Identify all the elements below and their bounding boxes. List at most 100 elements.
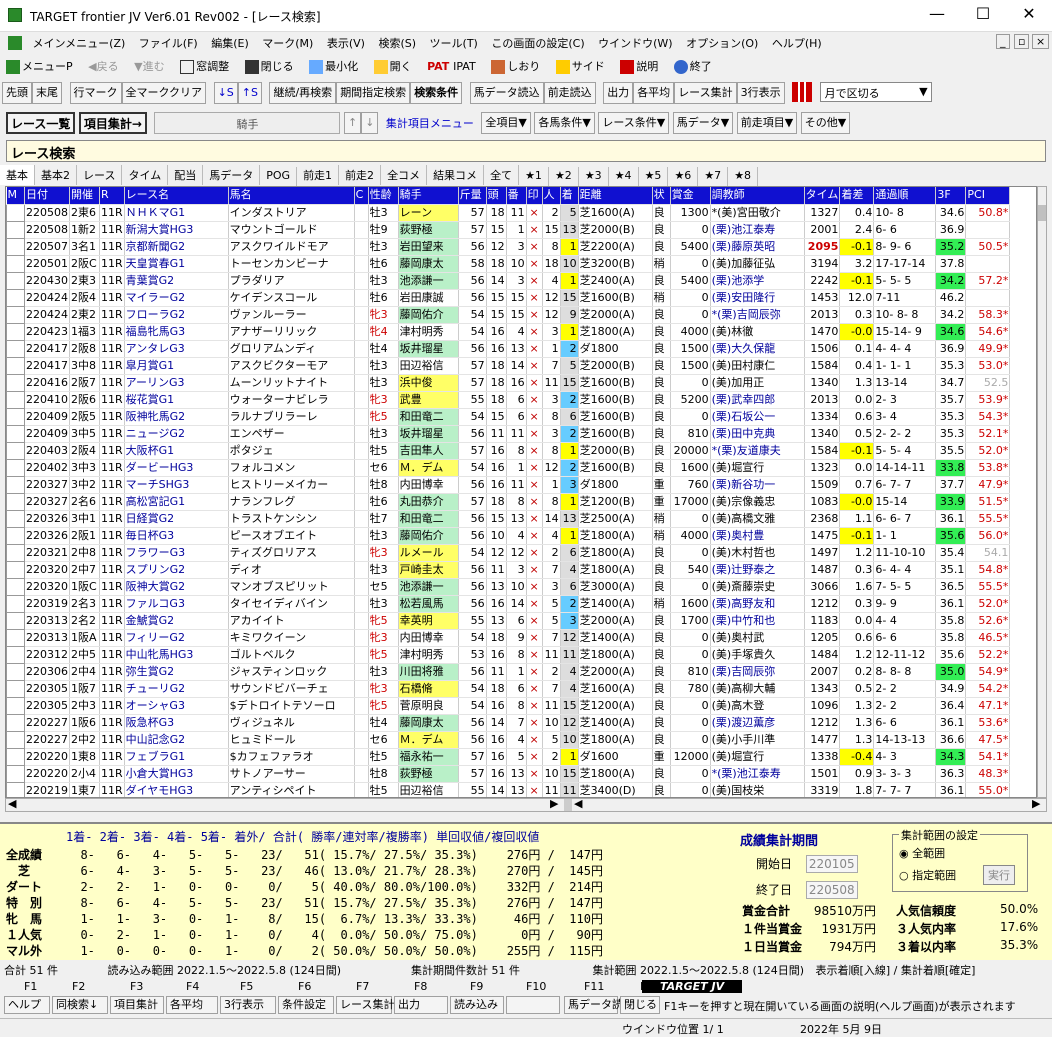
table-row[interactable]: 220321 2中8 11R フラワーG3 ティズグロリアス 牝3 ルメール 54 12 12 × 2…	[6, 543, 1011, 562]
table-row[interactable]: 220402 3中3 11R ダービーHG3 フォルコメン セ6 Ｍ．デム 54 16 1 × 12 2…	[6, 458, 1011, 477]
mdi-restore-button[interactable]: ▫	[1014, 34, 1030, 49]
race-list-button[interactable]: レース一覧	[6, 112, 76, 134]
end-date-field[interactable]: 220508	[805, 881, 858, 899]
sort-up-icon[interactable]: ↑	[343, 112, 362, 134]
range-all-option[interactable]: ◉ 全範囲	[899, 845, 1021, 861]
tab-1[interactable]: 基本2	[35, 165, 77, 185]
tab-5[interactable]: 馬データ	[203, 165, 261, 185]
aggregate-menu-label[interactable]: 集計項目メニュー	[382, 112, 478, 134]
period-search-button[interactable]: 期間指定検索	[336, 82, 411, 104]
forward-button[interactable]: ▼進む	[128, 55, 170, 77]
menu-screen-settings[interactable]: この画面の設定(C)	[486, 32, 589, 54]
scroll-right2-icon[interactable]: ▶	[1032, 797, 1040, 810]
fkey-button-10[interactable]	[506, 996, 560, 1014]
table-row[interactable]: 220305 2中3 11R オーシャG3 $デトロイトテソーロ 牝5 菅原明良 54 16 8 ×…	[6, 696, 1011, 715]
mdi-close-button[interactable]: ×	[1032, 34, 1050, 49]
tab-6[interactable]: POG	[260, 167, 298, 187]
averages-button[interactable]: 各平均	[633, 82, 675, 104]
last-button[interactable]: 末尾	[32, 82, 62, 104]
vertical-scrollbar[interactable]	[1037, 186, 1047, 798]
menu-edit[interactable]: 編集(E)	[206, 32, 254, 54]
menu-options[interactable]: オプション(O)	[681, 32, 763, 54]
execute-button[interactable]: 実行	[983, 865, 1015, 885]
sort-down-icon[interactable]: ↓	[361, 112, 379, 134]
table-row[interactable]: 220327 3中2 11R マーチSHG3 ヒストリーメイカー 牡8 内田博幸 56 16 11…	[6, 475, 1011, 494]
table-row[interactable]: 220320 1阪C 11R 阪神大賞G2 マンオブスピリット セ5 池添謙一 56 13 10 ×…	[6, 577, 1011, 596]
bookmark-button[interactable]: しおり	[485, 55, 546, 77]
table-row[interactable]: 220320 2中7 11R スプリンG2 ディオ 牡3 戸崎圭太 56 11 3 × 7 4 芝1800…	[6, 560, 1011, 579]
table-row[interactable]: 220424 2東2 11R フローラG2 ヴァンルーラー 牝3 藤岡佑介 54 15 15 × 12…	[6, 305, 1011, 324]
table-row[interactable]: 220313 2名2 11R 金鯱賞G2 アカイイト 牝5 幸英明 55 13 6 × 5 3 芝2000…	[6, 611, 1011, 630]
fkey-button-4[interactable]: 各平均	[166, 996, 218, 1014]
table-row[interactable]: 220417 2阪8 11R アンタレG3 グロリアムンディ 牡4 坂井瑠星 56 16 13 × 1…	[6, 339, 1011, 358]
menu-main[interactable]: メインメニュー(Z)	[28, 32, 131, 54]
col-header[interactable]: 距離	[578, 187, 653, 205]
fkey-button-6[interactable]: 条件設定	[278, 996, 334, 1014]
col-header[interactable]: 通過順	[873, 187, 937, 205]
table-row[interactable]: 220305 1阪7 11R チューリG2 サウンドビバーチェ 牝3 石橋脩 54 18 6 × 7 4…	[6, 679, 1011, 698]
col-header[interactable]: 着差	[839, 187, 875, 205]
tab-3[interactable]: タイム	[122, 165, 169, 185]
tab-9[interactable]: 全コメ	[381, 165, 428, 185]
menu-window[interactable]: ウインドウ(W)	[593, 32, 677, 54]
tab-18[interactable]: ★7	[698, 167, 729, 187]
tab-10[interactable]: 結果コメ	[427, 165, 485, 185]
table-row[interactable]: 220417 3中8 11R 皐月賞G1 アスクビクターモア 牡3 田辺裕信 57 18 14 × 7…	[6, 356, 1011, 375]
exit-button[interactable]: 終了	[668, 55, 718, 77]
table-row[interactable]: 220416 2阪7 11R アーリンG3 ムーンリットナイト 牡3 浜中俊 57 18 16 × 1…	[6, 373, 1011, 392]
col-header[interactable]: 頭	[486, 187, 507, 205]
sort-down-button[interactable]: ↓S	[213, 82, 238, 104]
table-row[interactable]: 220508 2東6 11R ＮＨＫマG1 インダストリア 牡3 レーン 57 18 11 × 2 5 芝…	[6, 203, 1011, 222]
fkey-button-2[interactable]: 同検索↓	[52, 996, 108, 1014]
table-row[interactable]: 220327 2名6 11R 高松宮記G1 ナランフレグ 牡6 丸田恭介 57 18 8 × 8 1 芝1…	[6, 492, 1011, 511]
horizontal-scrollbar[interactable]: ◀ ▶ ◀ ▶	[5, 797, 1047, 812]
description-button[interactable]: 説明	[614, 55, 664, 77]
scroll-left-icon[interactable]: ◀	[8, 797, 16, 810]
close-button[interactable]: ✕	[1006, 4, 1052, 23]
tab-0[interactable]: 基本	[0, 165, 35, 185]
scroll-left2-icon[interactable]: ◀	[574, 797, 582, 810]
table-row[interactable]: 220219 1東7 11R ダイヤモHG3 アンティシペイト 牡5 田辺裕信 55 14 13 ×…	[6, 781, 1011, 797]
maximize-button[interactable]: ☐	[960, 4, 1006, 23]
table-row[interactable]: 220319 2名3 11R ファルコG3 タイセイディバイン 牡3 松若風馬 56 16 14 ×…	[6, 594, 1011, 613]
col-header[interactable]: 性齢	[368, 187, 399, 205]
col-header[interactable]: 馬名	[228, 187, 355, 205]
ipat-button[interactable]: PAT IPAT	[421, 57, 482, 76]
table-row[interactable]: 220501 2阪C 11R 天皇賞春G1 トーセンカンビーナ 牡6 藤岡康太 58 18 10 ×…	[6, 254, 1011, 273]
fkey-button-1[interactable]: ヘルプ	[4, 996, 50, 1014]
menu-view[interactable]: 表示(V)	[322, 32, 370, 54]
back-button[interactable]: ◀戻る	[82, 55, 124, 77]
race-cond-menu[interactable]: レース条件▼	[598, 112, 670, 134]
fkey-button-7[interactable]: レース集計	[336, 996, 394, 1014]
col-header[interactable]: 開催	[69, 187, 100, 205]
menu-file[interactable]: ファイル(F)	[134, 32, 203, 54]
minimize-button[interactable]: —	[914, 4, 960, 23]
fkey-button-5[interactable]: 3行表示	[220, 996, 276, 1014]
output-button[interactable]: 出力	[603, 82, 634, 104]
col-header[interactable]: 番	[506, 187, 527, 205]
tab-2[interactable]: レース	[77, 165, 123, 185]
table-row[interactable]: 220220 2小4 11R 小倉大賞HG3 サトノアーサー 牡8 荻野極 57 16 13 × 10…	[6, 764, 1011, 783]
col-header[interactable]: 3F	[935, 187, 967, 205]
table-row[interactable]: 220410 2阪6 11R 桜花賞G1 ウォーターナビレラ 牝3 武豊 55 18 6 × 3 2 芝1…	[6, 390, 1011, 409]
open-button[interactable]: 開く	[368, 55, 418, 77]
scroll-thumb[interactable]	[1038, 205, 1046, 221]
tab-12[interactable]: ★1	[519, 167, 549, 187]
tab-15[interactable]: ★4	[609, 167, 639, 187]
tab-17[interactable]: ★6	[668, 167, 699, 187]
tab-11[interactable]: 全て	[484, 165, 520, 185]
search-conditions-button[interactable]: 検索条件	[410, 82, 463, 104]
table-row[interactable]: 220306 2中4 11R 弥生賞G2 ジャスティンロック 牡3 川田将雅 56 11 1 × 2 4…	[6, 662, 1011, 681]
col-header[interactable]: R	[99, 187, 125, 205]
side-button[interactable]: サイド	[550, 55, 611, 77]
col-header[interactable]: 賞金	[670, 187, 711, 205]
table-row[interactable]: 220430 2東3 11R 青葉賞G2 プラダリア 牡3 池添謙一 56 14 3 × 4 1 芝240…	[6, 271, 1011, 290]
col-header[interactable]: 斤量	[458, 187, 487, 205]
sort-up-button[interactable]: ↑S	[237, 82, 262, 104]
prev-race-menu[interactable]: 前走項目▼	[736, 112, 798, 134]
tab-8[interactable]: 前走2	[339, 165, 382, 185]
menu-help[interactable]: ヘルプ(H)	[767, 32, 827, 54]
col-header[interactable]: 印	[526, 187, 543, 205]
col-header[interactable]: レース名	[124, 187, 229, 205]
tab-4[interactable]: 配当	[168, 165, 204, 185]
